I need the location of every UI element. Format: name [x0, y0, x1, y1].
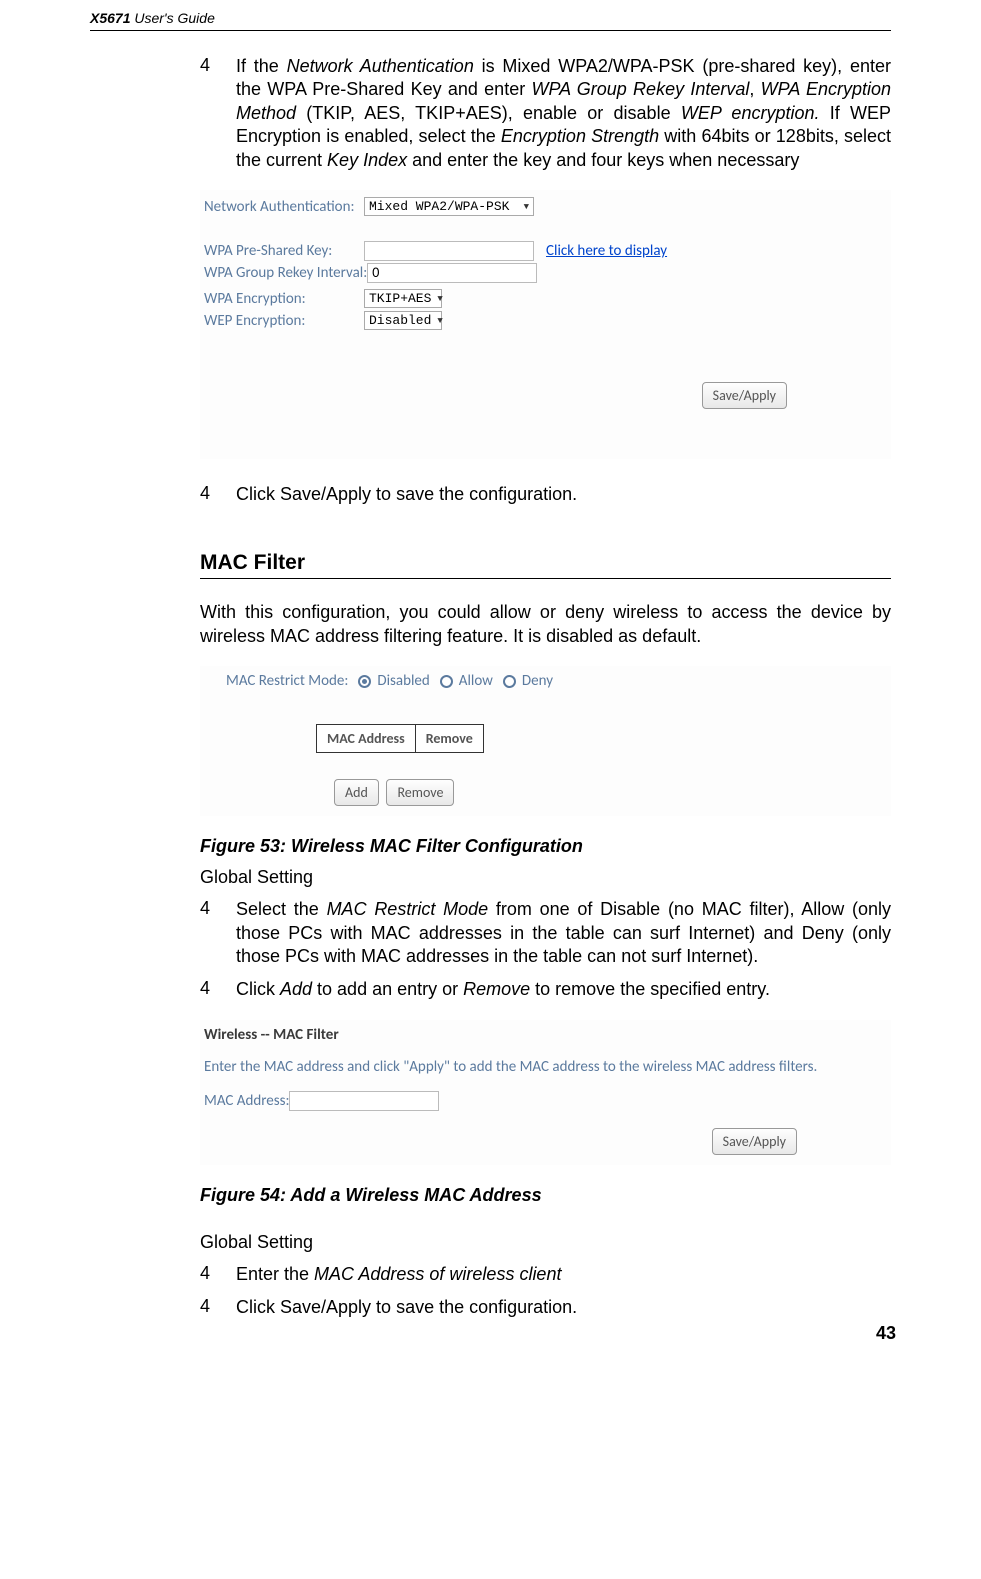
text-italic: Add [280, 979, 312, 999]
step-number: 4 [200, 483, 214, 506]
section-title-mac-filter: MAC Filter [200, 551, 891, 579]
form-title-wireless-mac: Wireless -- MAC Filter [204, 1026, 887, 1044]
chevron-down-icon: ▼ [437, 316, 442, 326]
text-part: to remove the specified entry. [530, 979, 770, 999]
step-4-add-remove: 4 Click Add to add an entry or Remove to… [200, 978, 891, 1001]
label-wep-encryption: WEP Encryption: [204, 312, 364, 330]
step-4-select-mode: 4 Select the MAC Restrict Mode from one … [200, 898, 891, 968]
step-text: Select the MAC Restrict Mode from one of… [236, 898, 891, 968]
select-value: TKIP+AES [369, 291, 431, 306]
radio-disabled[interactable] [358, 675, 371, 688]
select-value: Mixed WPA2/WPA-PSK [369, 199, 509, 214]
step-4-save: 4 Click Save/Apply to save the configura… [200, 483, 891, 506]
mac-address-table: MAC Address Remove [316, 724, 484, 753]
save-apply-button[interactable]: Save/Apply [702, 382, 787, 409]
page-number: 43 [876, 1323, 896, 1344]
radio-deny[interactable] [503, 675, 516, 688]
select-wpa-encryption[interactable]: TKIP+AES ▼ [364, 289, 442, 308]
step-text: Click Save/Apply to save the configurati… [236, 483, 891, 506]
step-4-save-2: 4 Click Save/Apply to save the configura… [200, 1296, 891, 1319]
select-network-auth[interactable]: Mixed WPA2/WPA-PSK ▼ [364, 197, 534, 216]
text-part: Enter the [236, 1264, 314, 1284]
form-mac-restrict: MAC Restrict Mode: Disabled Allow Deny M… [200, 666, 891, 816]
step-number: 4 [200, 898, 214, 968]
text-italic: MAC Address of wireless client [314, 1264, 561, 1284]
text-part: , [749, 79, 760, 99]
input-psk[interactable] [364, 241, 534, 261]
global-setting-heading: Global Setting [200, 867, 891, 888]
step-text: Click Save/Apply to save the configurati… [236, 1296, 891, 1319]
select-value: Disabled [369, 313, 431, 328]
global-setting-heading-2: Global Setting [200, 1232, 891, 1253]
step-number: 4 [200, 1263, 214, 1286]
step-number: 4 [200, 55, 214, 172]
form-add-mac: Wireless -- MAC Filter Enter the MAC add… [200, 1020, 891, 1165]
header: X5671 User's Guide [90, 10, 891, 31]
text-italic: Encryption Strength [501, 126, 659, 146]
radio-label-deny: Deny [522, 672, 553, 690]
remove-button[interactable]: Remove [386, 779, 454, 806]
table-header-remove: Remove [415, 725, 483, 753]
text-italic: WPA Group Rekey Interval [531, 79, 749, 99]
label-wpa-encryption: WPA Encryption: [204, 290, 364, 308]
mac-intro-text: With this configuration, you could allow… [200, 601, 891, 648]
add-button[interactable]: Add [334, 779, 379, 806]
select-wep-encryption[interactable]: Disabled ▼ [364, 311, 442, 330]
radio-label-allow: Allow [459, 672, 493, 690]
table-header-mac: MAC Address [317, 725, 416, 753]
step-number: 4 [200, 1296, 214, 1319]
label-mac-restrict: MAC Restrict Mode: [226, 672, 348, 690]
chevron-down-icon: ▼ [437, 294, 442, 304]
input-rekey[interactable]: 0 [367, 263, 537, 283]
save-apply-button[interactable]: Save/Apply [712, 1128, 797, 1155]
radio-label-disabled: Disabled [377, 672, 429, 690]
label-network-auth: Network Authentication: [204, 198, 364, 216]
link-display-key[interactable]: Click here to display [546, 242, 667, 260]
step-4-enter-mac: 4 Enter the MAC Address of wireless clie… [200, 1263, 891, 1286]
product-name-bold: X5671 [90, 10, 130, 26]
text-part: If the [236, 56, 287, 76]
text-part: to add an entry or [312, 979, 463, 999]
step-text: If the Network Authentication is Mixed W… [236, 55, 891, 172]
text-italic: Key Index [327, 150, 407, 170]
text-italic: Network Authentication [287, 56, 474, 76]
input-mac-address[interactable] [289, 1091, 439, 1111]
radio-allow[interactable] [440, 675, 453, 688]
chevron-down-icon: ▼ [524, 202, 529, 212]
label-psk: WPA Pre-Shared Key: [204, 242, 364, 260]
form-wpa-settings: Network Authentication: Mixed WPA2/WPA-P… [200, 190, 891, 459]
figure-53-caption: Figure 53: Wireless MAC Filter Configura… [200, 836, 891, 857]
text-part: (TKIP, AES, TKIP+AES), enable or disable [296, 103, 681, 123]
step-text: Enter the MAC Address of wireless client [236, 1263, 891, 1286]
text-part: Click [236, 979, 280, 999]
text-part: Select the [236, 899, 327, 919]
form-description: Enter the MAC address and click "Apply" … [204, 1058, 887, 1076]
product-name-rest: User's Guide [130, 10, 214, 26]
input-value: 0 [372, 264, 379, 281]
step-4-auth: 4 If the Network Authentication is Mixed… [200, 55, 891, 172]
text-italic: Remove [463, 979, 530, 999]
step-number: 4 [200, 978, 214, 1001]
text-italic: WEP encryption. [681, 103, 820, 123]
text-italic: MAC Restrict Mode [327, 899, 489, 919]
figure-54-caption: Figure 54: Add a Wireless MAC Address [200, 1185, 891, 1206]
label-rekey: WPA Group Rekey Interval: [204, 264, 367, 282]
text-part: and enter the key and four keys when nec… [407, 150, 799, 170]
step-text: Click Add to add an entry or Remove to r… [236, 978, 891, 1001]
label-mac-address: MAC Address: [204, 1092, 289, 1110]
header-title: X5671 User's Guide [90, 10, 215, 26]
